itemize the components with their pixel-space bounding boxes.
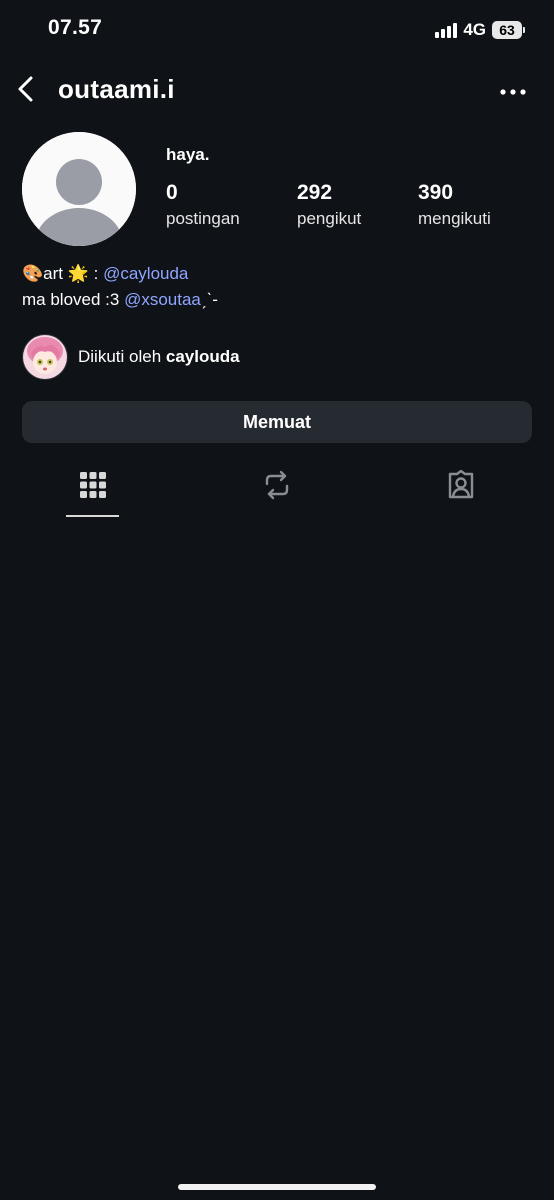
signal-icon	[435, 22, 458, 38]
repost-icon	[265, 470, 289, 500]
followed-by-name: caylouda	[165, 347, 240, 366]
back-button[interactable]	[14, 74, 42, 104]
profile-username: outaami.i	[58, 74, 175, 104]
anime-avatar-icon	[23, 335, 67, 379]
followed-by-text: Diikuti oleh caylouda	[78, 347, 240, 367]
bio-line-2-suffix: ˏˋ-	[200, 290, 218, 309]
load-button[interactable]: Memuat	[22, 401, 532, 443]
followed-by-prefix: Diikuti oleh	[78, 347, 166, 366]
stat-following-value: 390	[418, 181, 454, 204]
stat-posts-label: postingan	[166, 209, 240, 228]
bio-line-1-text: 🎨art 🌟 :	[22, 264, 104, 283]
more-options-button[interactable]	[500, 84, 526, 95]
stat-posts: 0 postingan	[166, 181, 240, 229]
tab-tagged[interactable]	[401, 470, 521, 510]
bio-line-2: ma bloved :3 @xsoutaaˏˋ-	[22, 289, 218, 311]
tab-posts-grid[interactable]	[33, 470, 153, 510]
network-type: 4G	[463, 20, 486, 39]
status-time: 07.57	[48, 16, 103, 39]
battery-level: 63	[499, 22, 515, 38]
battery-icon: 63	[492, 21, 525, 39]
stat-followers-value: 292	[297, 181, 333, 204]
follower-avatar	[22, 334, 68, 380]
stat-followers[interactable]: 292 pengikut	[297, 181, 361, 229]
chevron-left-icon	[18, 76, 33, 102]
stat-following-label: mengikuti	[418, 209, 491, 228]
tab-reposts[interactable]	[217, 470, 337, 510]
stat-posts-value: 0	[166, 181, 178, 204]
followed-by-row[interactable]: Diikuti oleh caylouda	[22, 334, 240, 380]
stat-followers-label: pengikut	[297, 209, 362, 228]
profile-avatar[interactable]	[22, 132, 136, 246]
active-tab-indicator	[66, 515, 119, 517]
bio-line-2-text: ma bloved :3	[22, 290, 125, 309]
default-avatar-icon	[22, 132, 136, 246]
grid-icon	[80, 472, 106, 498]
stat-following[interactable]: 390 mengikuti	[418, 181, 491, 229]
tagged-icon	[448, 470, 474, 499]
profile-display-name: haya.	[166, 145, 210, 164]
bio-line-1: 🎨art 🌟 : @caylouda	[22, 263, 188, 285]
more-horizontal-icon	[500, 89, 526, 95]
status-indicators: 4G 63	[435, 20, 525, 40]
home-indicator[interactable]	[178, 1184, 376, 1190]
bio-mention-caylouda[interactable]: @caylouda	[103, 264, 188, 283]
bio-mention-xsoutaa[interactable]: @xsoutaa	[124, 290, 201, 309]
